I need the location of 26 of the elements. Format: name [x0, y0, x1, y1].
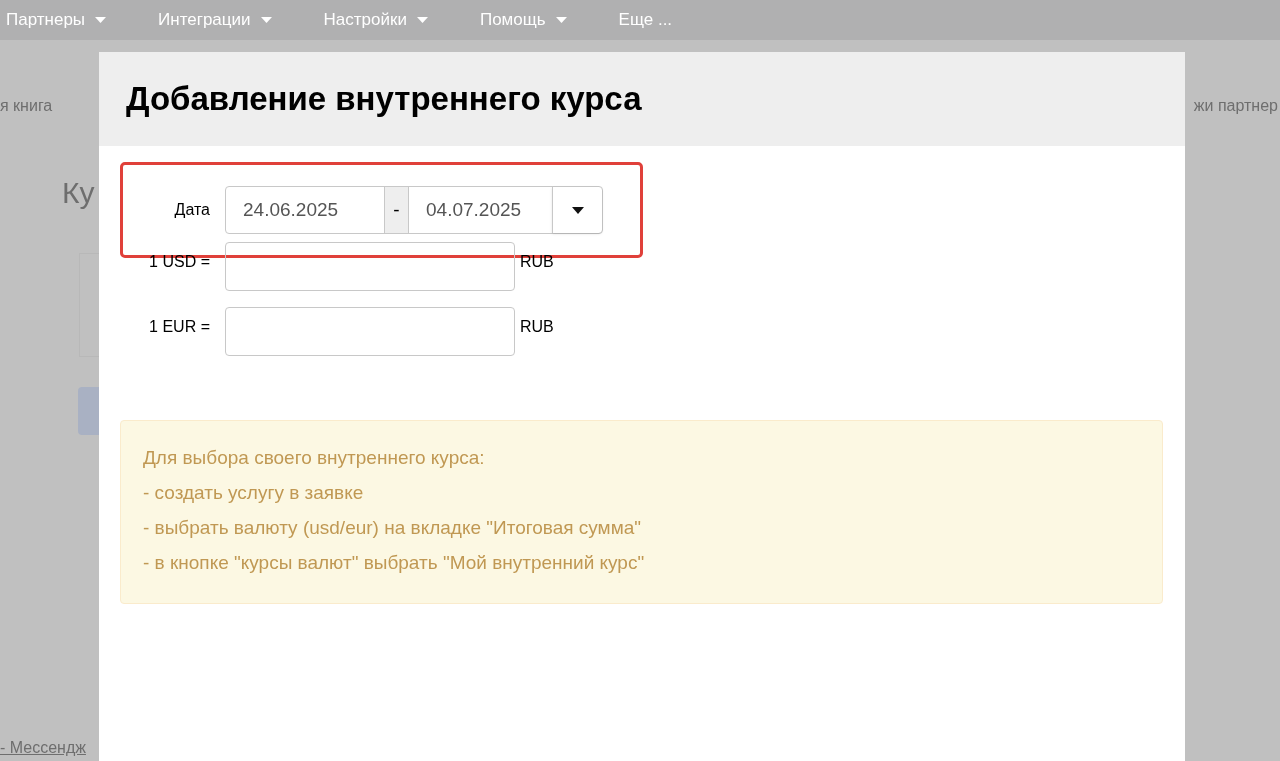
field-label: 1 EUR = [148, 317, 210, 337]
field-label: 1 USD = [148, 252, 210, 272]
nav-menu-item[interactable]: Еще ... [618, 7, 673, 33]
field-label: Дата [173, 200, 210, 220]
nav-link[interactable]: жи партнер [1193, 94, 1278, 118]
range-separator: - [384, 187, 409, 233]
rate-input[interactable] [225, 242, 515, 291]
currency-label: RUB [520, 317, 554, 337]
notice-text: - в кнопке "курсы валют" выбрать "Мой внутренний курс" [143, 552, 646, 573]
end-date[interactable]: 04.07.2025 [409, 187, 552, 233]
nav-menu-item[interactable]: Настройки [323, 7, 428, 33]
notice-text: - выбрать валюту (usd/eur) на вкладке "Итоговая сумма" [143, 517, 643, 538]
nav-link[interactable]: я книга [0, 94, 53, 118]
dialog-title: Добавление внутреннего курса [126, 79, 642, 120]
nav-menu-item[interactable]: Партнеры [6, 7, 107, 33]
rate-input[interactable] [225, 307, 515, 356]
footer-link[interactable]: - Мессендж [0, 736, 86, 760]
date-range-field[interactable]: 24.06.2025 - 04.07.2025 [225, 186, 603, 234]
start-date[interactable]: 24.06.2025 [226, 187, 384, 233]
notice-text: - создать услугу в заявке [143, 482, 365, 503]
nav-menu-item[interactable]: Интеграции [158, 7, 272, 33]
nav-menu-item[interactable]: Помощь [479, 7, 567, 33]
page-heading: Ку [62, 175, 95, 211]
notice-text: Для выбора своего внутреннего курса: [143, 447, 486, 468]
currency-label: RUB [520, 252, 554, 272]
caret-icon [571, 206, 584, 214]
